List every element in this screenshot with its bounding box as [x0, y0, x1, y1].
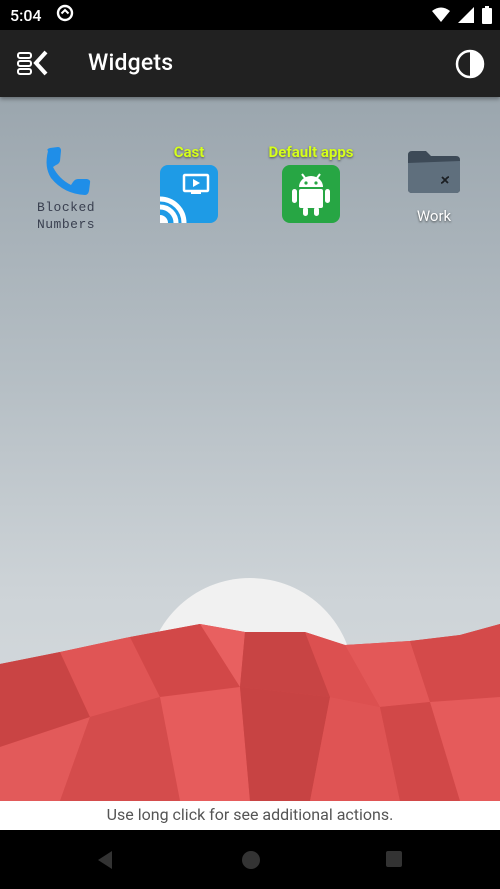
- blocked-numbers-line2: Numbers: [36, 217, 96, 232]
- menu-collapse-icon[interactable]: [14, 47, 52, 79]
- home-wallpaper: Blocked Numbers Cast Default apps Work: [0, 97, 500, 801]
- sync-circle-icon: [56, 4, 74, 26]
- widget-label: Cast: [173, 143, 205, 161]
- widget-work[interactable]: Work: [396, 147, 472, 225]
- status-time: 5:04: [10, 5, 42, 25]
- signal-icon: [458, 7, 474, 27]
- recents-icon[interactable]: [385, 850, 403, 872]
- widget-blocked-numbers[interactable]: Blocked Numbers: [20, 145, 112, 233]
- wifi-icon: [432, 7, 450, 27]
- status-bar: 5:04: [0, 0, 500, 30]
- folder-icon: [406, 147, 462, 197]
- theme-toggle-icon[interactable]: [454, 48, 486, 80]
- android-icon: [282, 165, 340, 223]
- page-title: Widgets: [88, 49, 174, 76]
- navigation-bar: [0, 830, 500, 889]
- blocked-numbers-line1: Blocked: [36, 200, 96, 215]
- battery-icon: [482, 6, 492, 28]
- widget-label: Work: [416, 207, 452, 225]
- widget-cast[interactable]: Cast: [148, 143, 230, 224]
- phone-icon: [20, 145, 112, 199]
- hint-text: Use long click for see additional action…: [0, 801, 500, 830]
- back-icon[interactable]: [96, 850, 114, 874]
- widget-label: Default apps: [268, 143, 354, 161]
- widget-default-apps[interactable]: Default apps: [256, 143, 366, 223]
- app-bar: Widgets: [0, 30, 500, 97]
- cast-icon: [159, 165, 218, 224]
- home-icon[interactable]: [241, 850, 261, 874]
